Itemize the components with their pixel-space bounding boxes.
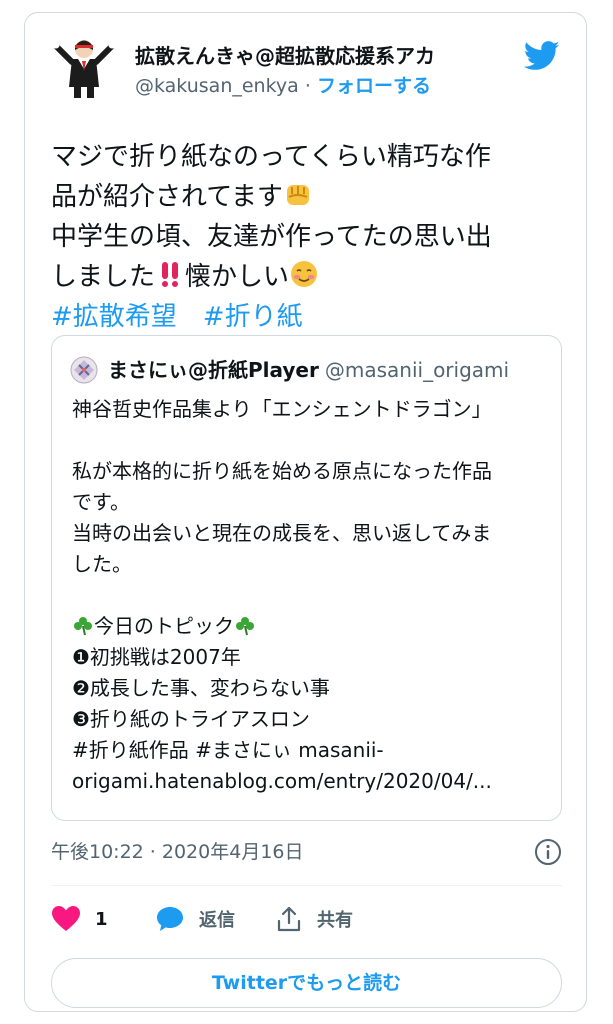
author-handle[interactable]: @kakusan_enkya — [135, 75, 299, 97]
shamrock-icon — [74, 617, 92, 636]
quoted-author-avatar — [70, 356, 98, 384]
quote-line — [72, 580, 552, 611]
quote-line-text: 今日のトピック — [94, 614, 234, 638]
bird-logo-icon[interactable] — [524, 41, 560, 71]
author-handle-row: @kakusan_enkya · フォローする — [135, 73, 515, 99]
divider — [51, 885, 562, 886]
hashtag-link[interactable]: #折り紙 — [203, 302, 303, 332]
like-count: 1 — [95, 908, 108, 930]
blushing-smile-emoji-icon — [291, 261, 318, 287]
quote-line: origami.hatenablog.com/entry/2020/04/... — [72, 769, 492, 793]
handle-separator: · — [304, 75, 311, 97]
info-icon[interactable] — [534, 838, 562, 866]
tweet-line-with-emoji: しました 懐かしい — [51, 257, 566, 297]
tweet-timestamp[interactable]: 午後10:22 · 2020年4月16日 — [51, 841, 304, 863]
hashtag-link[interactable]: #拡散希望 — [51, 302, 177, 332]
double-exclamation-icon — [162, 262, 179, 287]
tweet-text: マジで折り紙なのってくらい精巧な作 品が紹介されてます 中学生の頃、友達が作って… — [51, 137, 566, 337]
quote-line: ❸折り紙のトライアスロン — [72, 707, 310, 731]
quoted-author-display-name: まさにぃ@折紙Player — [108, 358, 319, 382]
quoted-author-name-row: まさにぃ@折紙Player @masanii_origami — [108, 357, 509, 383]
author-display-name[interactable]: 拡散えんきゃ@超拡散応援系アカ — [135, 43, 515, 69]
shamrock-icon — [236, 617, 254, 636]
quote-line: 私が本格的に折り紙を始める原点になった作品 — [72, 459, 492, 483]
quoted-author-handle: @masanii_origami — [324, 358, 510, 382]
tweet-line: 中学生の頃、友達が作ってたの思い出 — [51, 222, 492, 252]
quoted-tweet-text: 神谷哲史作品集より「エンシェントドラゴン」 私が本格的に折り紙を始める原点になっ… — [72, 394, 552, 797]
quote-line: 神谷哲史作品集より「エンシェントドラゴン」 — [72, 397, 492, 421]
tweet-header: 拡散えんきゃ@超拡散応援系アカ @kakusan_enkya · フォローする — [51, 35, 562, 105]
quote-topic-line: 今日のトピック — [72, 611, 552, 642]
quoted-tweet[interactable]: まさにぃ@折紙Player @masanii_origami 神谷哲史作品集より「… — [51, 335, 562, 821]
follow-link[interactable]: フォローする — [317, 75, 431, 97]
like-button[interactable]: 1 — [51, 899, 108, 939]
speech-bubble-icon — [157, 907, 183, 931]
embedded-tweet-card: 拡散えんきゃ@超拡散応援系アカ @kakusan_enkya · フォローする … — [24, 12, 587, 1012]
tweet-hashtags: #拡散希望 #折り紙 — [51, 297, 566, 337]
fist-emoji-icon — [286, 185, 309, 205]
quoted-tweet-header: まさにぃ@折紙Player @masanii_origami — [70, 354, 550, 386]
heart-icon — [52, 906, 80, 931]
quote-line — [72, 425, 552, 456]
quote-line: です。 — [72, 490, 130, 514]
share-button[interactable]: 共有 — [275, 899, 353, 939]
quote-line: ❷成長した事、変わらない事 — [72, 676, 330, 700]
tweet-actions: 1 返信 共有 — [51, 899, 562, 939]
quote-line: 当時の出会いと現在の成長を、思い返してみま — [72, 521, 492, 545]
author-info: 拡散えんきゃ@超拡散応援系アカ @kakusan_enkya · フォローする — [135, 43, 515, 99]
quote-line: ❶初挑戦は2007年 — [72, 645, 241, 669]
quote-line: した。 — [72, 552, 132, 576]
author-avatar[interactable] — [51, 35, 117, 101]
read-more-on-twitter-button[interactable]: Twitterでもっと読む — [51, 958, 562, 1008]
tweet-line: マジで折り紙なのってくらい精巧な作 — [51, 142, 491, 172]
tweet-line-with-emoji: 品が紹介されてます — [51, 177, 566, 217]
tweet-line-text: 品が紹介されてます — [51, 182, 283, 212]
reply-button[interactable]: 返信 — [155, 899, 235, 939]
tweet-line-text: しました — [51, 262, 156, 292]
tweet-meta: 午後10:22 · 2020年4月16日 — [51, 837, 562, 867]
share-label: 共有 — [317, 910, 353, 931]
share-icon — [277, 906, 301, 932]
reply-label: 返信 — [199, 910, 235, 931]
tweet-line-text: 懐かしい — [185, 262, 290, 292]
quote-line: #折り紙作品 #まさにぃ masanii- — [72, 738, 384, 762]
